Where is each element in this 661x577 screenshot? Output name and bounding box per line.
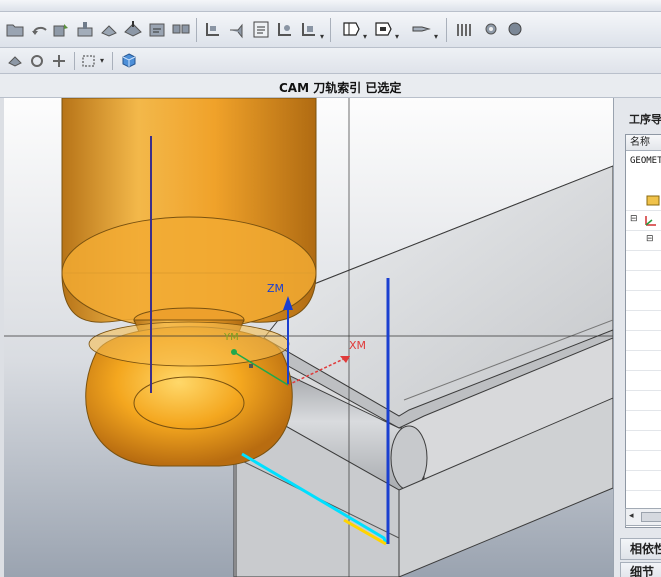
chevron-down-icon[interactable]: ▾ xyxy=(434,32,438,41)
tool-icon[interactable] xyxy=(74,18,96,40)
paste-icon[interactable] xyxy=(454,18,476,40)
display-icon[interactable] xyxy=(274,18,296,40)
cut-icon[interactable] xyxy=(372,18,394,40)
cam-application-window: ▾ ▾ ▾ ▾ ▾ CAM 刀轨索引 已选定 ZM XM YM 工序导 名称 G… xyxy=(0,0,661,577)
edit-icon[interactable] xyxy=(298,18,320,40)
main-toolbar: ▾ ▾ ▾ ▾ xyxy=(0,12,661,48)
ym-axis-label: YM xyxy=(223,332,239,343)
horizontal-scrollbar[interactable]: ◂ xyxy=(625,508,661,526)
create-operation-icon[interactable] xyxy=(50,18,72,40)
generate-toolpath-icon[interactable] xyxy=(170,18,192,40)
xm-axis-label: XM xyxy=(349,339,366,352)
toolbar-separator xyxy=(196,18,197,42)
chevron-down-icon[interactable]: ▾ xyxy=(320,32,324,41)
list-item[interactable] xyxy=(626,391,661,411)
column-header-name[interactable]: 名称 xyxy=(626,135,661,151)
solid-cube-icon[interactable] xyxy=(120,52,138,70)
view-shade-icon[interactable] xyxy=(6,52,24,70)
list-item[interactable] xyxy=(626,291,661,311)
chevron-down-icon[interactable]: ▾ xyxy=(395,32,399,41)
toolbar-separator xyxy=(74,52,75,70)
graphics-viewport[interactable]: ZM XM YM xyxy=(4,98,613,577)
list-item[interactable] xyxy=(626,411,661,431)
list-item[interactable] xyxy=(626,191,661,211)
settings-icon[interactable] xyxy=(504,18,526,40)
scrollbar-thumb[interactable] xyxy=(641,512,661,522)
gear-icon[interactable] xyxy=(480,18,502,40)
toolbar-separator xyxy=(446,18,447,42)
list-item[interactable] xyxy=(626,271,661,291)
navigator-title: 工序导航器 xyxy=(629,113,661,126)
list-item[interactable] xyxy=(626,371,661,391)
navigator-tree[interactable]: 名称 GEOMETRY ⊟ ⊟ xyxy=(625,134,661,528)
open-folder-icon[interactable] xyxy=(4,18,26,40)
details-section-header[interactable]: 细节 xyxy=(620,562,661,577)
list-item[interactable] xyxy=(626,351,661,371)
list-item[interactable] xyxy=(626,331,661,351)
list-item[interactable] xyxy=(626,251,661,271)
undo-icon[interactable] xyxy=(28,18,50,40)
list-icon[interactable] xyxy=(250,18,272,40)
copy-icon[interactable] xyxy=(410,18,432,40)
collapse-icon[interactable]: ⊟ xyxy=(646,234,654,244)
chevron-down-icon[interactable]: ▾ xyxy=(363,32,367,41)
list-item[interactable] xyxy=(626,311,661,331)
list-item[interactable] xyxy=(626,431,661,451)
zm-axis-label: ZM xyxy=(267,282,284,295)
geometry-root-item[interactable]: GEOMETRY xyxy=(630,156,661,166)
dependencies-section-header[interactable]: 相依性 xyxy=(620,538,661,560)
scroll-left-icon[interactable]: ◂ xyxy=(629,511,634,521)
list-item[interactable]: ⊟ xyxy=(626,231,661,251)
postprocess-icon[interactable] xyxy=(226,18,248,40)
list-item[interactable] xyxy=(626,451,661,471)
method-icon[interactable] xyxy=(122,18,144,40)
rotate-icon[interactable] xyxy=(28,52,46,70)
shop-doc-icon[interactable] xyxy=(340,18,362,40)
geometry-icon[interactable] xyxy=(98,18,120,40)
list-item[interactable] xyxy=(626,471,661,491)
viewport-scene[interactable]: ZM XM YM xyxy=(4,98,613,577)
status-text: CAM 刀轨索引 已选定 xyxy=(279,81,402,95)
status-bar: CAM 刀轨索引 已选定 xyxy=(0,74,661,98)
select-box-icon[interactable] xyxy=(80,52,98,70)
verify-icon[interactable] xyxy=(202,18,224,40)
chevron-down-icon[interactable]: ▾ xyxy=(100,56,104,65)
top-toolbar-strip xyxy=(0,0,661,12)
program-icon[interactable] xyxy=(146,18,168,40)
mcs-icon xyxy=(645,216,656,226)
toolbar-separator xyxy=(330,18,331,42)
pan-icon[interactable] xyxy=(50,52,68,70)
list-item[interactable]: ⊟ xyxy=(626,211,661,231)
view-toolbar: ▾ xyxy=(0,48,661,74)
folder-icon xyxy=(646,195,660,206)
collapse-icon[interactable]: ⊟ xyxy=(630,214,638,224)
operation-navigator: 工序导航器 名称 GEOMETRY ⊟ ⊟ xyxy=(613,98,661,577)
toolbar-separator xyxy=(112,52,113,70)
